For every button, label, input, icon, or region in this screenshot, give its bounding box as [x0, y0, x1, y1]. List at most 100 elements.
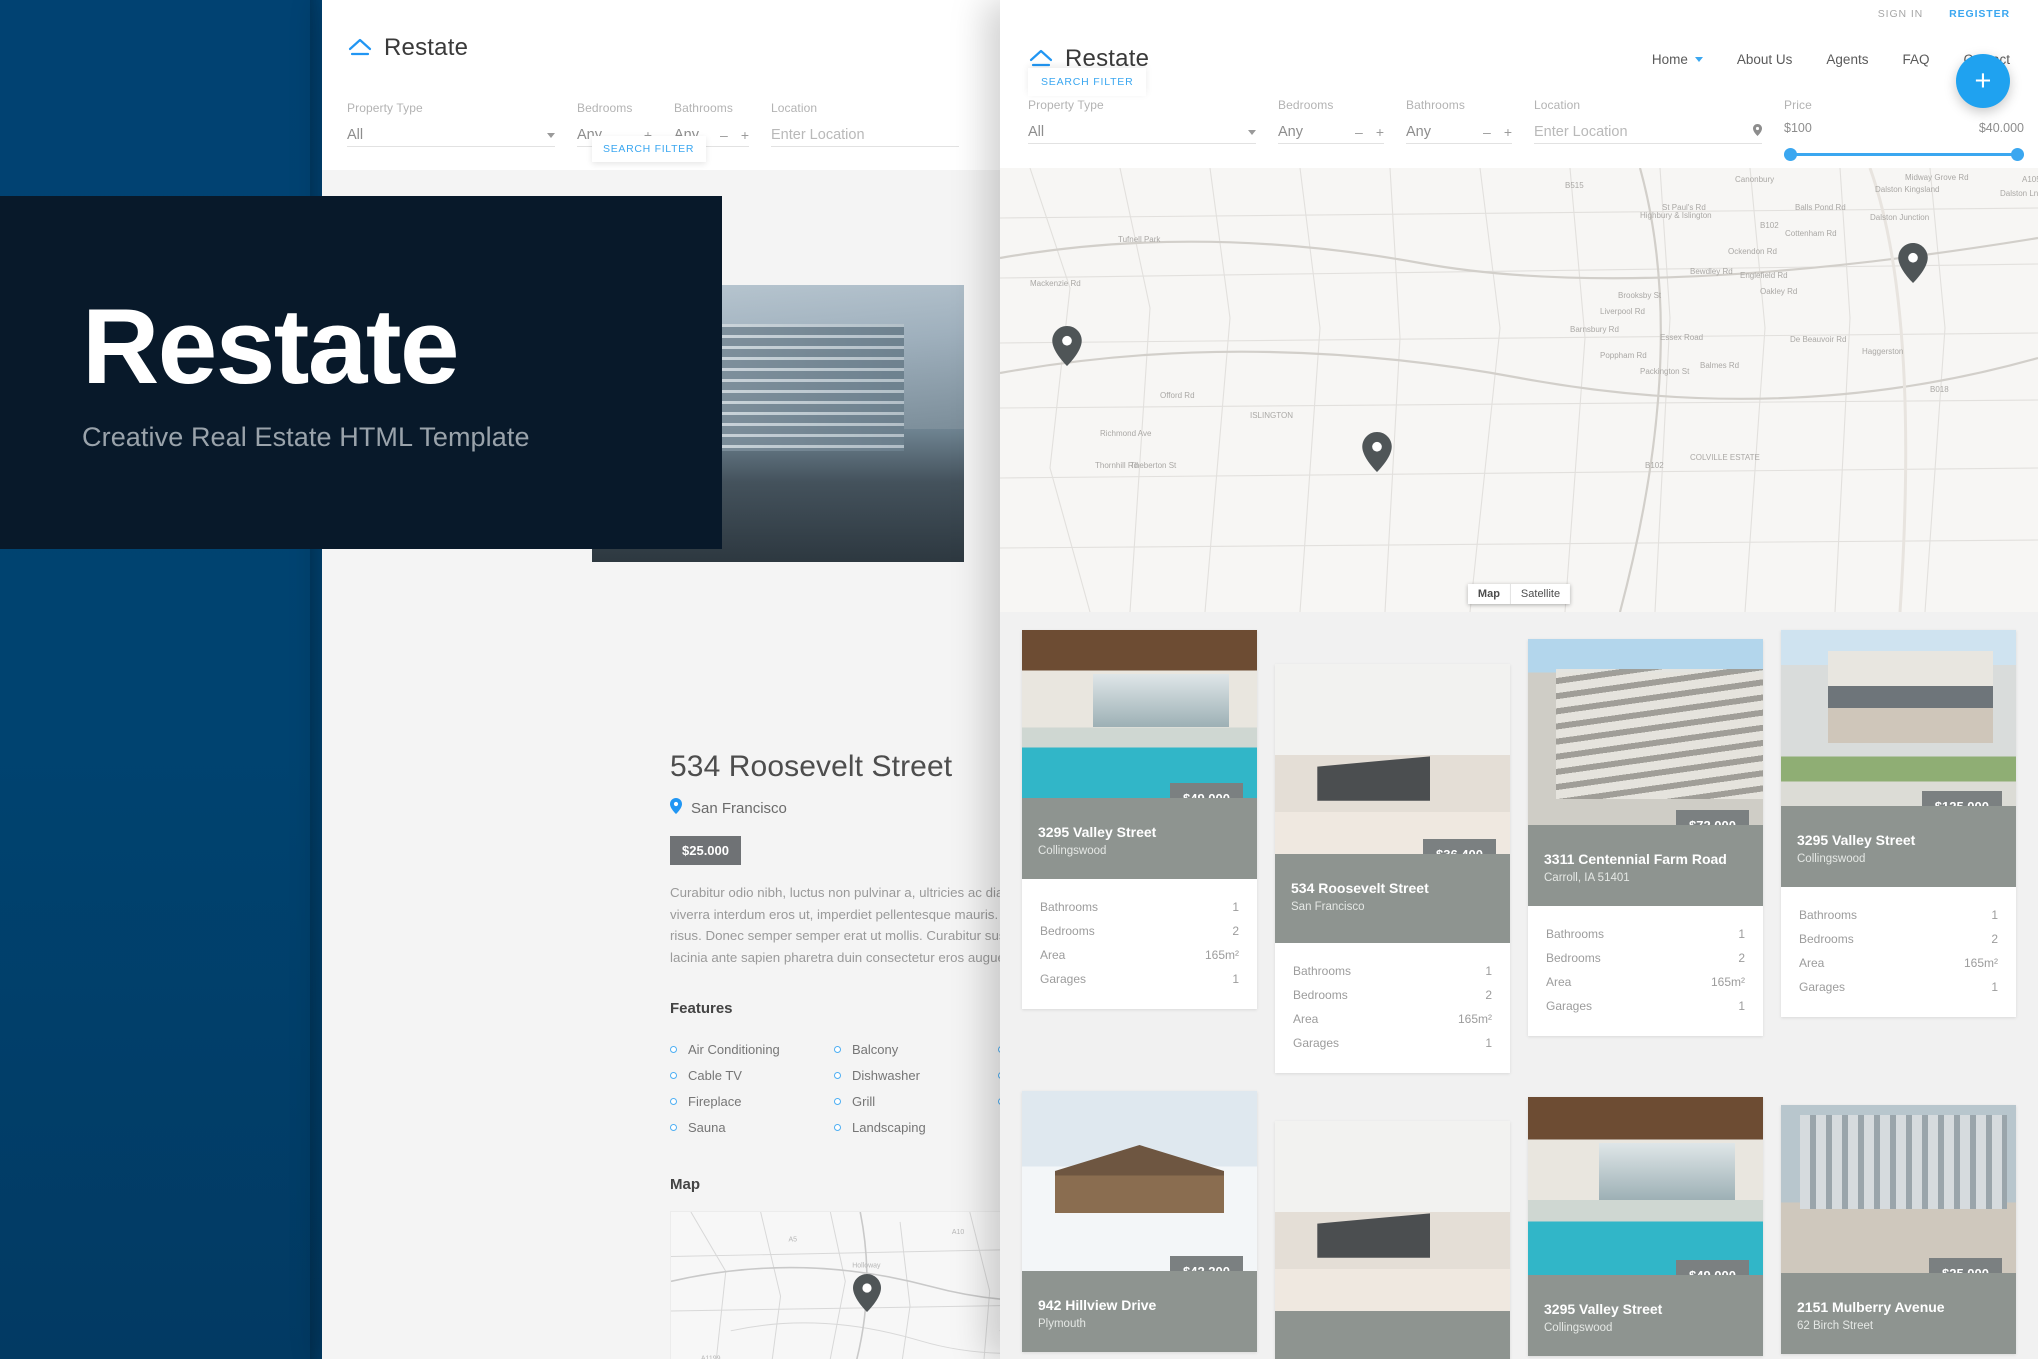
- bedrooms-value: Any: [1278, 124, 1303, 140]
- left-search-filter-tab[interactable]: SEARCH FILTER: [592, 136, 706, 162]
- right-search-filter-tab[interactable]: SEARCH FILTER: [1028, 68, 1146, 96]
- svg-text:Cottenham Rd: Cottenham Rd: [1785, 229, 1837, 238]
- svg-text:Englefield Rd: Englefield Rd: [1740, 271, 1788, 280]
- right-preview-panel: SIGN IN REGISTER Restate Home: [1000, 0, 2038, 1359]
- spec-row: Area165m²: [1040, 943, 1239, 967]
- listing-card[interactable]: $49.000 3295 Valley Street Collingswood: [1528, 1097, 1763, 1356]
- property-map[interactable]: Holloway CAZENOVE A5 A10 A1199 A501 A400…: [670, 1211, 1000, 1359]
- map-type-toggle[interactable]: Map Satellite: [1468, 584, 1570, 604]
- add-listing-button[interactable]: +: [1956, 54, 2010, 108]
- spec-row: Garages1: [1546, 994, 1745, 1018]
- map-marker-icon[interactable]: [1052, 326, 1082, 371]
- price-range-slider[interactable]: [1784, 147, 2024, 161]
- filter-location[interactable]: Location Enter Location: [1534, 98, 1784, 144]
- spec-row: Bedrooms2: [1293, 983, 1492, 1007]
- list-item: Grill: [834, 1088, 998, 1114]
- nav-label: About Us: [1737, 52, 1793, 67]
- map-toggle-satellite[interactable]: Satellite: [1511, 584, 1570, 604]
- spec-label: Bedrooms: [1040, 924, 1095, 938]
- spec-label: Bedrooms: [1546, 951, 1601, 965]
- feature-label: Landscaping: [852, 1120, 926, 1135]
- svg-text:Holloway: Holloway: [852, 1263, 881, 1270]
- bullet-icon: [670, 1072, 677, 1079]
- feature-label: Sauna: [688, 1120, 726, 1135]
- listing-card[interactable]: [1275, 1121, 1510, 1359]
- bathrooms-minus-button[interactable]: –: [720, 127, 728, 143]
- map-marker-icon[interactable]: [1898, 243, 1928, 288]
- listing-city: 62 Birch Street: [1797, 1320, 2000, 1332]
- bedrooms-plus-button[interactable]: +: [1376, 124, 1384, 140]
- spec-label: Area: [1293, 1012, 1318, 1026]
- listing-card[interactable]: $125.000 3295 Valley Street Collingswood…: [1781, 630, 2016, 1017]
- spec-value: 2: [1991, 932, 1998, 946]
- spec-row: Bathrooms1: [1293, 959, 1492, 983]
- nav-item-faq[interactable]: FAQ: [1902, 52, 1929, 67]
- svg-text:Essex Road: Essex Road: [1660, 333, 1703, 342]
- listing-header: 2151 Mulberry Avenue 62 Birch Street: [1781, 1273, 2016, 1354]
- filter-location[interactable]: Location Enter Location: [771, 101, 981, 147]
- brand-logo[interactable]: Restate: [347, 34, 468, 62]
- listing-card[interactable]: $42.200 942 Hillview Drive Plymouth: [1022, 1091, 1257, 1352]
- right-header: Restate Home About Us Agents FAQ Contact: [1000, 28, 2038, 90]
- listing-card[interactable]: $72.000 3311 Centennial Farm Road Carrol…: [1528, 639, 1763, 1036]
- location-input[interactable]: Enter Location: [771, 127, 865, 143]
- bathrooms-plus-button[interactable]: +: [741, 127, 749, 143]
- filter-bathrooms[interactable]: Bathrooms Any – +: [1406, 98, 1534, 144]
- feature-label: Air Conditioning: [688, 1042, 780, 1057]
- nav-item-about-us[interactable]: About Us: [1737, 52, 1793, 67]
- filter-property-type[interactable]: Property Type All: [1028, 98, 1278, 144]
- spec-row: Bathrooms1: [1799, 903, 1998, 927]
- listing-card[interactable]: $36.400 534 Roosevelt Street San Francis…: [1275, 664, 1510, 1073]
- property-detail-body: 534 Roosevelt Street San Francisco $25.0…: [670, 750, 1000, 1359]
- bedrooms-minus-button[interactable]: –: [1355, 124, 1363, 140]
- filter-property-type[interactable]: Property Type All: [347, 101, 577, 147]
- listing-card[interactable]: $25.000 2151 Mulberry Avenue 62 Birch St…: [1781, 1105, 2016, 1354]
- svg-text:Oakley Rd: Oakley Rd: [1760, 287, 1797, 296]
- bathrooms-minus-button[interactable]: –: [1483, 124, 1491, 140]
- feature-label: Fireplace: [688, 1094, 741, 1109]
- svg-text:Canonbury: Canonbury: [1735, 175, 1774, 184]
- property-description: Curabitur odio nibh, luctus non pulvinar…: [670, 882, 1000, 968]
- chevron-down-icon: [1248, 130, 1256, 135]
- spec-row: Garages1: [1040, 967, 1239, 991]
- map-marker-icon[interactable]: [1362, 432, 1392, 477]
- list-item: Air Conditioning: [670, 1036, 834, 1062]
- listing-header: 3295 Valley Street Collingswood: [1528, 1275, 1763, 1356]
- nav-item-agents[interactable]: Agents: [1826, 52, 1868, 67]
- sign-in-link[interactable]: SIGN IN: [1878, 8, 1923, 20]
- spec-value: 1: [1232, 972, 1239, 986]
- brand-name: Restate: [384, 34, 468, 62]
- slider-knob-min[interactable]: [1784, 148, 1797, 161]
- svg-text:Richmond Ave: Richmond Ave: [1100, 429, 1152, 438]
- svg-text:B102: B102: [1645, 461, 1664, 470]
- listing-address: 2151 Mulberry Avenue: [1797, 1299, 2000, 1315]
- nav-item-home[interactable]: Home: [1652, 52, 1703, 67]
- map-pin-icon: [670, 798, 682, 819]
- nav-label: FAQ: [1902, 52, 1929, 67]
- listings-map[interactable]: Canonbury Midway Grove Rd A105 Highbury …: [1000, 168, 2038, 612]
- listing-card[interactable]: $49.000 3295 Valley Street Collingswood …: [1022, 630, 1257, 1009]
- svg-text:A5: A5: [789, 1237, 798, 1244]
- spec-label: Garages: [1293, 1036, 1339, 1050]
- filter-bedrooms[interactable]: Bedrooms Any – +: [1278, 98, 1406, 144]
- listing-address: 3295 Valley Street: [1038, 824, 1241, 840]
- property-city: San Francisco: [691, 800, 787, 817]
- page-subtitle: Creative Real Estate HTML Template: [82, 422, 722, 453]
- svg-text:Midway Grove Rd: Midway Grove Rd: [1905, 173, 1969, 182]
- register-link[interactable]: REGISTER: [1949, 8, 2010, 20]
- list-item: Balcony: [834, 1036, 998, 1062]
- listing-city: Collingswood: [1544, 1322, 1747, 1334]
- feature-label: Grill: [852, 1094, 875, 1109]
- spec-value: 1: [1991, 980, 1998, 994]
- slider-knob-max[interactable]: [2011, 148, 2024, 161]
- spec-label: Bathrooms: [1040, 900, 1098, 914]
- map-toggle-map[interactable]: Map: [1468, 584, 1511, 604]
- svg-text:Highbury & Islington: Highbury & Islington: [1640, 211, 1712, 220]
- location-input[interactable]: Enter Location: [1534, 124, 1628, 140]
- listing-header: 3295 Valley Street Collingswood: [1022, 798, 1257, 879]
- map-marker-icon[interactable]: [853, 1274, 881, 1317]
- spec-label: Area: [1546, 975, 1571, 989]
- svg-text:De Beauvoir Rd: De Beauvoir Rd: [1790, 335, 1846, 344]
- property-type-label: Property Type: [347, 101, 555, 115]
- bathrooms-plus-button[interactable]: +: [1504, 124, 1512, 140]
